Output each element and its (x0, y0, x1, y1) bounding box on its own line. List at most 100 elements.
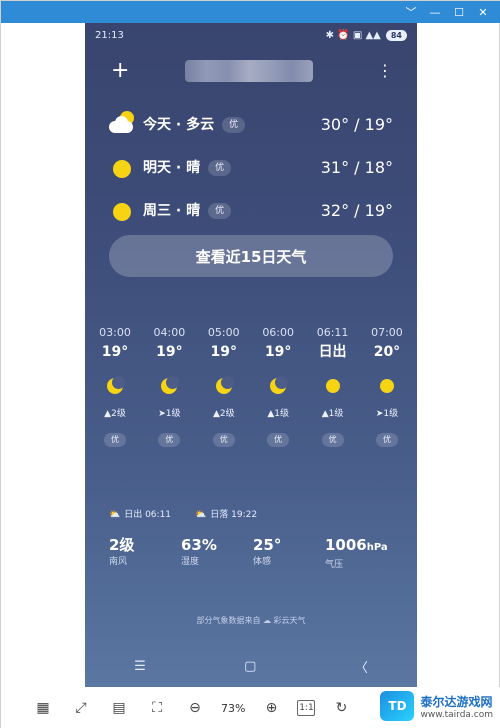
wind-level: ▲2级 (104, 409, 126, 419)
forecast-row-tomorrow[interactable]: 明天 · 晴 优 31° / 18° (85, 148, 417, 191)
wind-level: ▲1级 (267, 409, 289, 419)
day-condition: 今天 · 多云 (143, 117, 215, 133)
layout-icon[interactable]: ▦ (31, 696, 55, 720)
moon-icon (160, 376, 180, 395)
hour-temp: 19° (264, 344, 292, 360)
hour-column: 03:00 19° ▲2级 优 (89, 325, 141, 447)
stat-value: 1006 (325, 536, 367, 554)
zoom-in-icon[interactable]: ⊕ (259, 696, 283, 720)
sunset: ⛅ 日落 19:22 (195, 507, 257, 520)
hour-time: 03:00 (99, 326, 131, 339)
watermark-name: 泰尔达游戏网 (420, 694, 493, 709)
menu-nav-button[interactable]: ☰ (134, 659, 146, 674)
city-name-blurred (185, 60, 313, 82)
aqi-badge: 优 (104, 433, 126, 447)
stat-unit: hPa (366, 542, 388, 553)
back-nav-button[interactable]: 〈 (355, 657, 368, 676)
add-city-button[interactable]: + (111, 57, 129, 85)
aqi-badge: 优 (158, 433, 181, 447)
crop-icon[interactable]: ⛶ (145, 696, 169, 720)
sun-icon (378, 377, 396, 395)
sun-icon (113, 203, 131, 221)
minimize-button[interactable]: — (427, 4, 443, 20)
viewer-window: ﹀ — ☐ ✕ 21:13 ✱ ⏰ ▣ ▲▲ 84 + ⋮ 今天 · 多云 优 … (0, 0, 500, 728)
status-bar: 21:13 ✱ ⏰ ▣ ▲▲ 84 (85, 23, 417, 47)
forecast-row-today[interactable]: 今天 · 多云 优 30° / 19° (85, 105, 417, 148)
collapse-button[interactable]: ﹀ (403, 4, 419, 20)
more-menu-button[interactable]: ⋮ (377, 57, 393, 85)
hour-time: 04:00 (153, 326, 186, 339)
stat-pressure: 1006hPa 气压 (325, 535, 397, 572)
zoom-level: 73% (221, 701, 246, 715)
hour-column: 06:00 19° ▲1级 优 (252, 325, 304, 447)
sun-icon (324, 377, 342, 395)
stat-label: 湿度 (181, 557, 200, 567)
aqi-badge: 优 (375, 433, 398, 447)
hour-time: 07:00 (371, 326, 403, 339)
forecast-row-wednesday[interactable]: 周三 · 晴 优 32° / 19° (85, 191, 417, 234)
hour-time: 06:11 (316, 326, 349, 339)
sunrise-icon: ⛅ (109, 510, 121, 520)
temp-range: 32° / 19° (320, 201, 393, 220)
zoom-out-icon[interactable]: ⊖ (183, 696, 207, 720)
stat-humidity: 63% 湿度 (181, 535, 253, 572)
phone-screenshot: 21:13 ✱ ⏰ ▣ ▲▲ 84 + ⋮ 今天 · 多云 优 30° / 19… (85, 23, 417, 687)
sunrise-text: 日出 06:11 (124, 510, 172, 520)
sun-times: ⛅ 日出 06:11 ⛅ 日落 19:22 (109, 507, 257, 520)
stat-label: 气压 (325, 560, 344, 570)
hour-column: 06:11 日出 ▲1级 优 (307, 325, 359, 447)
day-condition: 周三 · 晴 (143, 203, 201, 219)
wind-level: ▲2级 (212, 409, 235, 419)
status-icons: ✱ ⏰ ▣ ▲▲ 84 (325, 29, 407, 41)
sunrise: ⛅ 日出 06:11 (109, 507, 171, 520)
close-button[interactable]: ✕ (475, 4, 491, 20)
hour-column: 04:00 19° ➤1级 优 (143, 325, 195, 447)
daily-forecast: 今天 · 多云 优 30° / 19° 明天 · 晴 优 31° / 18° 周… (85, 105, 417, 234)
forecast-label: 今天 · 多云 优 (143, 115, 246, 135)
hour-temp: 19° (156, 344, 183, 360)
hour-time: 06:00 (262, 326, 295, 339)
stat-label: 体感 (253, 557, 272, 567)
watermark-logo: TD (380, 691, 415, 721)
stat-wind: 2级 南风 (109, 535, 181, 572)
top-actions: + ⋮ (85, 57, 417, 85)
moon-icon (215, 376, 234, 395)
actual-size-button[interactable]: 1:1 (297, 700, 316, 716)
fit-screen-icon[interactable]: ⤢ (69, 696, 93, 720)
hour-time: 05:00 (207, 326, 240, 339)
watermark-url: www.tairda.com (420, 709, 493, 720)
stat-value: 63% (181, 536, 217, 554)
battery-badge: 84 (385, 29, 407, 41)
hourly-forecast[interactable]: 03:00 19° ▲2级 优 04:00 19° ➤1级 优 05:00 19… (89, 325, 413, 447)
sunset-icon: ⛅ (195, 510, 207, 520)
view-15-day-button[interactable]: 查看近15日天气 (109, 235, 393, 277)
sun-icon (113, 160, 131, 178)
data-source-note: 部分气象数据来自 ☁ 彩云天气 (196, 616, 306, 625)
aqi-badge: 优 (208, 203, 232, 219)
stat-value: 25° (253, 536, 282, 554)
forecast-label: 明天 · 晴 优 (143, 158, 232, 178)
hour-temp: 19° (210, 344, 238, 360)
wind-level: ➤1级 (158, 409, 181, 419)
home-nav-button[interactable]: ▢ (244, 659, 256, 674)
weather-stats: 2级 南风 63% 湿度 25° 体感 1006hPa 气压 (109, 535, 399, 572)
aqi-badge: 优 (222, 117, 246, 133)
nav-bar: ☰ ▢ 〈 (85, 655, 417, 677)
status-time: 21:13 (95, 29, 124, 41)
sunset-text: 日落 19:22 (210, 510, 258, 520)
maximize-button[interactable]: ☐ (451, 4, 467, 20)
aqi-badge: 优 (212, 433, 235, 447)
rotate-icon[interactable]: ↻ (329, 696, 353, 720)
temp-range: 30° / 19° (320, 115, 393, 134)
hour-column: 07:00 20° ➤1级 优 (361, 325, 413, 447)
hour-temp: 日出 (318, 344, 347, 360)
aqi-badge: 优 (321, 433, 344, 447)
hour-temp: 20° (373, 344, 401, 360)
stat-value: 2级 (109, 536, 135, 554)
cloud-sun-icon (109, 111, 139, 137)
status-glyphs: ✱ ⏰ ▣ ▲▲ (325, 29, 381, 41)
day-condition: 明天 · 晴 (143, 160, 201, 176)
wind-level: ➤1级 (375, 409, 399, 419)
ocr-icon[interactable]: ▤ (107, 696, 131, 720)
watermark-text: 泰尔达游戏网 www.tairda.com (420, 693, 493, 720)
